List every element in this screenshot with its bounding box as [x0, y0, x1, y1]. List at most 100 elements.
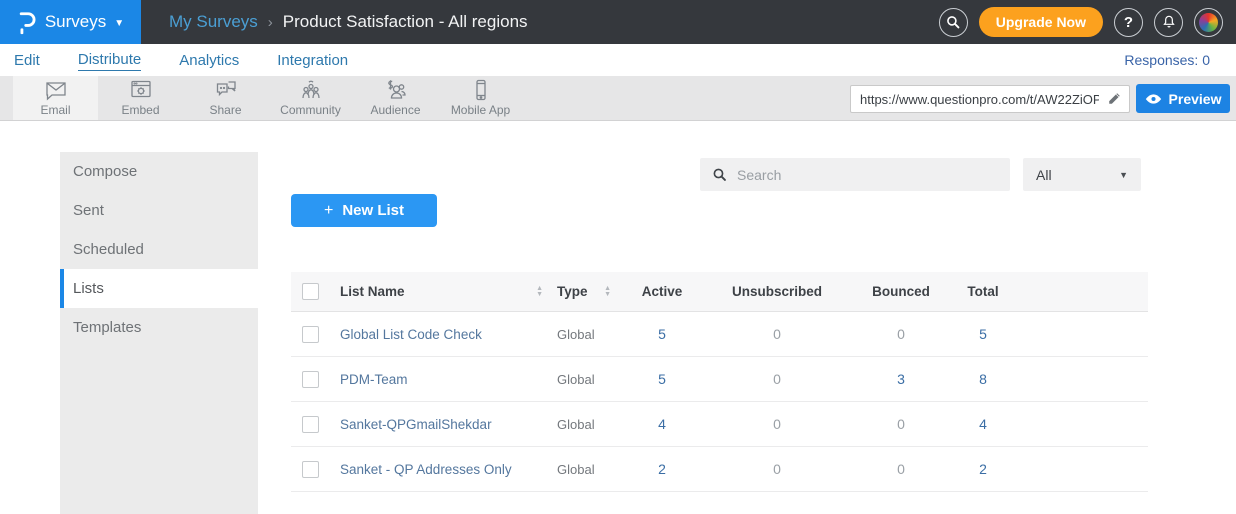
channel-label: Embed	[121, 103, 159, 117]
bounced-count: 0	[851, 416, 951, 432]
row-checkbox[interactable]	[302, 371, 319, 388]
column-header-list-name[interactable]: List Name ▲▼	[337, 284, 551, 299]
header-actions: Upgrade Now ?	[939, 7, 1236, 37]
survey-url-input[interactable]	[850, 85, 1130, 113]
list-name-link[interactable]: Global List Code Check	[337, 327, 551, 342]
column-header-total: Total	[951, 284, 1015, 299]
table-row: PDM-Team Global 5 0 3 8	[291, 357, 1148, 402]
sidebar-item-templates[interactable]: Templates	[60, 308, 258, 347]
list-type: Global	[551, 372, 621, 387]
channel-tabs: Email Embed Share Community Audience Mob…	[13, 76, 523, 120]
column-header-bounced: Bounced	[851, 284, 951, 299]
avatar-logo-icon	[1199, 13, 1218, 32]
list-filter-dropdown[interactable]: All ▼	[1023, 158, 1141, 191]
table-row: Sanket - QP Addresses Only Global 2 0 0 …	[291, 447, 1148, 492]
list-type: Global	[551, 327, 621, 342]
sidebar-item-lists[interactable]: Lists	[60, 269, 258, 308]
total-count[interactable]: 8	[951, 371, 1015, 387]
list-name-link[interactable]: Sanket - QP Addresses Only	[337, 462, 551, 477]
questionpro-distribute-page: Surveys ▼ My Surveys › Product Satisfact…	[0, 0, 1236, 514]
eye-icon	[1145, 93, 1162, 105]
column-header-type[interactable]: Type ▲▼	[551, 284, 621, 299]
total-count[interactable]: 4	[951, 416, 1015, 432]
channel-community[interactable]: Community	[268, 76, 353, 120]
list-type: Global	[551, 417, 621, 432]
breadcrumb-separator: ›	[268, 14, 273, 31]
sidebar-item-compose[interactable]: Compose	[60, 152, 258, 191]
breadcrumb-my-surveys[interactable]: My Surveys	[169, 12, 258, 32]
sort-arrows-icon[interactable]: ▲▼	[604, 286, 611, 298]
search-icon	[712, 167, 727, 182]
channel-email[interactable]: Email	[13, 76, 98, 120]
survey-title: Product Satisfaction - All regions	[283, 12, 528, 32]
channel-label: Community	[280, 103, 341, 117]
row-checkbox[interactable]	[302, 461, 319, 478]
distribute-toolbar: Email Embed Share Community Audience Mob…	[0, 76, 1236, 121]
questionpro-logo-icon	[17, 9, 37, 36]
channel-mobile-app[interactable]: Mobile App	[438, 76, 523, 120]
sort-arrows-icon[interactable]: ▲▼	[536, 286, 543, 298]
total-count[interactable]: 5	[951, 326, 1015, 342]
survey-url-field-wrap	[850, 85, 1130, 113]
preview-button[interactable]: Preview	[1136, 84, 1230, 113]
top-header: Surveys ▼ My Surveys › Product Satisfact…	[0, 0, 1236, 44]
bounced-count: 0	[851, 326, 951, 342]
search-button[interactable]	[939, 8, 968, 37]
active-count[interactable]: 4	[621, 416, 703, 432]
select-all-checkbox[interactable]	[302, 283, 319, 300]
active-count[interactable]: 5	[621, 326, 703, 342]
total-count[interactable]: 2	[951, 461, 1015, 477]
surveys-menu[interactable]: Surveys ▼	[0, 0, 141, 44]
column-header-active: Active	[621, 284, 703, 299]
sidebar-item-sent[interactable]: Sent	[60, 191, 258, 230]
community-icon	[299, 79, 323, 101]
email-icon	[44, 79, 68, 101]
tab-integration[interactable]: Integration	[277, 50, 348, 71]
channel-audience[interactable]: Audience	[353, 76, 438, 120]
search-input[interactable]	[737, 167, 998, 183]
tab-edit[interactable]: Edit	[14, 50, 40, 71]
row-checkbox[interactable]	[302, 416, 319, 433]
search-icon	[945, 14, 961, 30]
active-count[interactable]: 2	[621, 461, 703, 477]
edit-url-pencil-icon[interactable]	[1107, 91, 1122, 106]
email-sidebar: Compose Sent Scheduled Lists Templates	[60, 152, 258, 514]
filter-selected-value: All	[1036, 167, 1052, 183]
unsubscribed-count: 0	[703, 371, 851, 387]
list-name-link[interactable]: Sanket-QPGmailShekdar	[337, 417, 551, 432]
tab-analytics[interactable]: Analytics	[179, 50, 239, 71]
upgrade-now-button[interactable]: Upgrade Now	[979, 7, 1103, 37]
channel-label: Mobile App	[451, 103, 510, 117]
active-count[interactable]: 5	[621, 371, 703, 387]
embed-icon	[129, 79, 153, 101]
channel-share[interactable]: Share	[183, 76, 268, 120]
lists-table: List Name ▲▼ Type ▲▼ Active Unsubscribed…	[291, 272, 1148, 492]
tab-distribute[interactable]: Distribute	[78, 49, 141, 71]
mobile-app-icon	[469, 79, 493, 101]
bounced-count: 0	[851, 461, 951, 477]
preview-label: Preview	[1169, 91, 1222, 107]
sidebar-item-scheduled[interactable]: Scheduled	[60, 230, 258, 269]
bounced-count[interactable]: 3	[851, 371, 951, 387]
channel-label: Email	[40, 103, 70, 117]
unsubscribed-count: 0	[703, 326, 851, 342]
chevron-down-icon: ▼	[1119, 170, 1128, 180]
notifications-button[interactable]	[1154, 8, 1183, 37]
share-icon	[214, 79, 238, 101]
channel-embed[interactable]: Embed	[98, 76, 183, 120]
brand-label: Surveys	[45, 12, 106, 32]
channel-label: Audience	[370, 103, 420, 117]
audience-icon	[384, 79, 408, 101]
row-checkbox[interactable]	[302, 326, 319, 343]
list-name-link[interactable]: PDM-Team	[337, 372, 551, 387]
table-header-row: List Name ▲▼ Type ▲▼ Active Unsubscribed…	[291, 272, 1148, 312]
question-mark-icon: ?	[1124, 14, 1133, 31]
plus-icon: +	[324, 202, 333, 220]
new-list-button[interactable]: + New List	[291, 194, 437, 227]
table-row: Sanket-QPGmailShekdar Global 4 0 0 4	[291, 402, 1148, 447]
help-button[interactable]: ?	[1114, 8, 1143, 37]
unsubscribed-count: 0	[703, 416, 851, 432]
responses-count[interactable]: Responses: 0	[1124, 52, 1222, 68]
list-search-box	[700, 158, 1010, 191]
account-avatar[interactable]	[1194, 8, 1223, 37]
